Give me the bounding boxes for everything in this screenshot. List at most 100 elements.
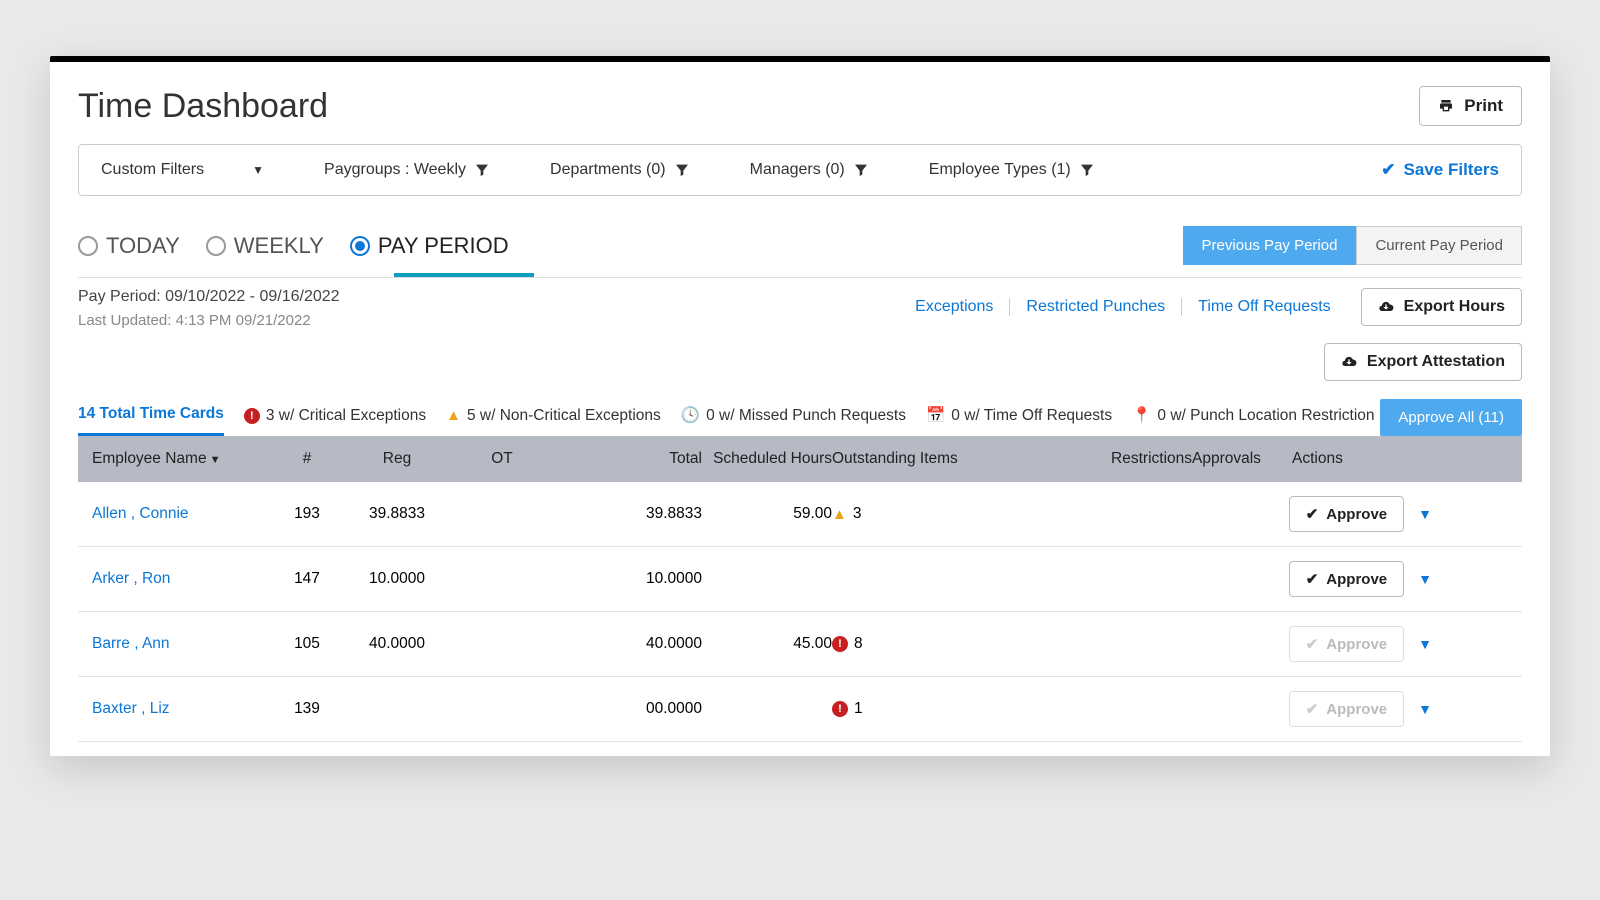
- col-actions[interactable]: Actions: [1292, 450, 1432, 468]
- filter-icon: [853, 162, 869, 178]
- timecard-table: Employee Name # Reg OT Total Scheduled H…: [78, 436, 1522, 756]
- approve-label: Approve: [1326, 636, 1387, 653]
- previous-pay-period-button[interactable]: Previous Pay Period: [1183, 226, 1357, 265]
- row-actions-dropdown[interactable]: ▼: [1418, 571, 1432, 587]
- outstanding-cell: !8: [832, 635, 1062, 653]
- reg-hours: 40.0000: [342, 635, 452, 653]
- employee-number: 139: [272, 700, 342, 718]
- approve-button[interactable]: ✔ Approve: [1289, 561, 1404, 597]
- tab-time-off-requests[interactable]: 📅 0 w/ Time Off Requests: [926, 405, 1112, 436]
- table-row: Baxter , Liz13900.0000!1✔Approve▼: [78, 677, 1522, 742]
- employee-number: 147: [272, 570, 342, 588]
- restricted-punches-link[interactable]: Restricted Punches: [1010, 298, 1182, 316]
- last-updated-text: Last Updated: 4:13 PM 09/21/2022: [78, 312, 340, 329]
- print-label: Print: [1464, 96, 1503, 116]
- export-attestation-button[interactable]: Export Attestation: [1324, 343, 1522, 381]
- export-hours-button[interactable]: Export Hours: [1361, 288, 1522, 326]
- dashboard-card: Time Dashboard Print Custom Filters ▼ Pa…: [50, 56, 1550, 756]
- col-reg[interactable]: Reg: [342, 450, 452, 468]
- employee-name-link[interactable]: Baxter , Liz: [92, 700, 272, 718]
- col-ot[interactable]: OT: [452, 450, 552, 468]
- tab-loc-label: 0 w/ Punch Location Restriction: [1157, 407, 1374, 425]
- row-actions-dropdown[interactable]: ▼: [1418, 506, 1432, 522]
- approve-button: ✔ Approve: [1289, 691, 1404, 727]
- filter-icon: [474, 162, 490, 178]
- scheduled-hours: 45.00: [702, 635, 832, 653]
- calendar-icon: 📅: [926, 406, 945, 425]
- total-hours: 00.0000: [552, 700, 702, 718]
- managers-filter[interactable]: Managers (0): [750, 161, 869, 179]
- outstanding-count: 1: [854, 700, 863, 718]
- cloud-download-icon: [1378, 299, 1394, 315]
- printer-icon: [1438, 98, 1454, 114]
- row-actions-dropdown[interactable]: ▼: [1418, 636, 1432, 652]
- col-restrictions[interactable]: Restrictions: [1062, 450, 1192, 468]
- view-today-radio[interactable]: TODAY: [78, 233, 180, 259]
- col-number[interactable]: #: [272, 450, 342, 468]
- save-filters-button[interactable]: ✔ Save Filters: [1381, 160, 1499, 180]
- table-row: Allen , Connie19339.883339.883359.00▲3✔A…: [78, 482, 1522, 547]
- critical-icon: !: [832, 636, 848, 652]
- departments-filter[interactable]: Departments (0): [550, 161, 690, 179]
- tab-crit-label: 3 w/ Critical Exceptions: [266, 407, 426, 425]
- tab-total-timecards[interactable]: 14 Total Time Cards: [78, 405, 224, 436]
- page-title: Time Dashboard: [78, 87, 328, 126]
- payperiod-label: PAY PERIOD: [378, 233, 509, 259]
- col-total[interactable]: Total: [552, 450, 702, 468]
- critical-icon: !: [244, 408, 260, 424]
- employee-types-filter[interactable]: Employee Types (1): [929, 161, 1095, 179]
- tab-noncritical-exceptions[interactable]: ▲ 5 w/ Non-Critical Exceptions: [446, 405, 661, 436]
- exceptions-link[interactable]: Exceptions: [899, 298, 1010, 316]
- col-outstanding[interactable]: Outstanding Items: [832, 450, 1062, 468]
- col-employee-name[interactable]: Employee Name: [92, 450, 272, 468]
- tab-critical-exceptions[interactable]: ! 3 w/ Critical Exceptions: [244, 405, 426, 436]
- check-icon: ✔: [1306, 570, 1319, 588]
- custom-filters-label: Custom Filters: [101, 161, 204, 179]
- print-button[interactable]: Print: [1419, 86, 1522, 126]
- clock-icon: 🕓: [681, 406, 700, 425]
- tab-tor-label: 0 w/ Time Off Requests: [951, 407, 1112, 425]
- employee-name-link[interactable]: Allen , Connie: [92, 505, 272, 523]
- employee-name-link[interactable]: Barre , Ann: [92, 635, 272, 653]
- check-icon: ✔: [1306, 635, 1319, 653]
- row-actions-dropdown[interactable]: ▼: [1418, 701, 1432, 717]
- approve-label: Approve: [1326, 701, 1387, 718]
- filter-icon: [674, 162, 690, 178]
- tab-punch-location[interactable]: 📍 0 w/ Punch Location Restriction: [1132, 405, 1374, 436]
- managers-label: Managers (0): [750, 161, 845, 179]
- table-row: Barre , Ann10540.000040.000045.00!8✔Appr…: [78, 612, 1522, 677]
- tab-missed-punch[interactable]: 🕓 0 w/ Missed Punch Requests: [681, 405, 906, 436]
- custom-filters-dropdown[interactable]: Custom Filters ▼: [101, 161, 264, 179]
- active-tab-underline: [394, 273, 534, 277]
- radio-icon: [206, 236, 226, 256]
- paygroups-label: Paygroups : Weekly: [324, 161, 466, 179]
- total-hours: 40.0000: [552, 635, 702, 653]
- approve-button: ✔ Approve: [1289, 626, 1404, 662]
- outstanding-count: 3: [853, 505, 862, 523]
- approve-label: Approve: [1326, 571, 1387, 588]
- view-payperiod-radio[interactable]: PAY PERIOD: [350, 233, 509, 259]
- paygroups-filter[interactable]: Paygroups : Weekly: [324, 161, 490, 179]
- col-scheduled-hours[interactable]: Scheduled Hours: [702, 450, 832, 468]
- approve-button[interactable]: ✔Approve: [1289, 496, 1404, 532]
- reg-hours: 10.0000: [342, 570, 452, 588]
- approve-all-button[interactable]: Approve All (11): [1380, 399, 1522, 436]
- today-label: TODAY: [106, 233, 180, 259]
- reg-hours: 39.8833: [342, 505, 452, 523]
- table-row: Arker , Ron14710.000010.0000✔Approve▼: [78, 547, 1522, 612]
- employee-name-link[interactable]: Arker , Ron: [92, 570, 272, 588]
- filter-bar: Custom Filters ▼ Paygroups : Weekly Depa…: [78, 144, 1522, 196]
- filter-icon: [1079, 162, 1095, 178]
- check-icon: ✔: [1306, 700, 1319, 718]
- view-weekly-radio[interactable]: WEEKLY: [206, 233, 324, 259]
- time-off-requests-link[interactable]: Time Off Requests: [1182, 298, 1347, 316]
- approve-label: Approve: [1326, 506, 1387, 523]
- chevron-down-icon: ▼: [252, 163, 264, 177]
- warning-icon: ▲: [832, 506, 847, 523]
- employee-number: 105: [272, 635, 342, 653]
- outstanding-cell: ▲3: [832, 505, 1062, 523]
- tab-noncrit-label: 5 w/ Non-Critical Exceptions: [467, 407, 661, 425]
- outstanding-count: 8: [854, 635, 863, 653]
- col-approvals[interactable]: Approvals: [1192, 450, 1292, 468]
- current-pay-period-button[interactable]: Current Pay Period: [1356, 226, 1522, 265]
